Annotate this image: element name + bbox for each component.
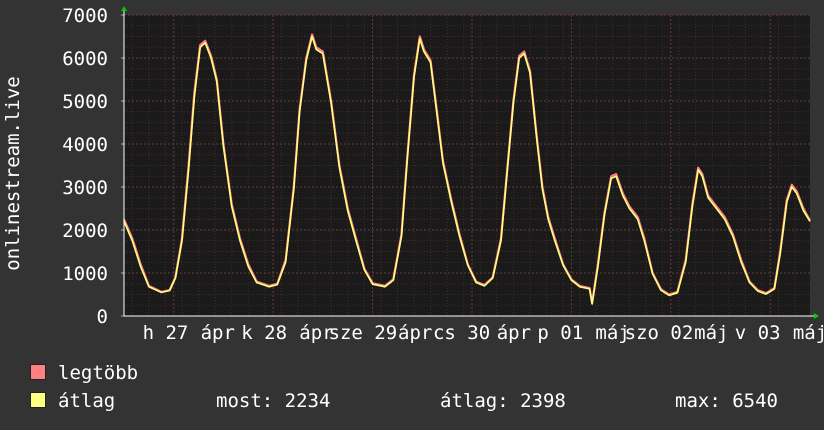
y-tick-label: 6000 — [62, 48, 108, 70]
x-tick-label: h 27 — [143, 322, 189, 344]
x-tick-label: cs 30 — [433, 322, 490, 344]
y-tick-label: 1000 — [62, 263, 108, 285]
x-axis-arrow — [814, 313, 819, 319]
y-axis-ticks: 0 1000 2000 3000 4000 5000 6000 7000 — [62, 5, 124, 328]
stat-average: átlag: 2398 — [440, 390, 566, 412]
x-tick-label: v 03 — [735, 322, 781, 344]
y-tick-label: 7000 — [62, 5, 108, 27]
stat-current-label: most: — [216, 390, 274, 412]
legend-item-avg: átlag most: 2234 átlag: 2398 max: 6540 — [30, 390, 778, 412]
x-tick-label: ápr — [497, 322, 531, 344]
x-tick-label: szo 02 — [625, 322, 694, 344]
stat-average-value: 2398 — [520, 390, 566, 412]
x-tick-label: ápr — [398, 322, 432, 344]
x-tick-label: ápr — [201, 322, 235, 344]
x-axis-ticks: h 27 ápr k 28 áprsze 29 ápr cs 30 ápr p 01 májsz… — [143, 322, 824, 344]
legend-swatch-max — [30, 364, 46, 380]
legend-swatch-avg — [30, 392, 46, 408]
y-axis-label: onlinestream.live — [2, 76, 24, 270]
stat-max-label: max: — [675, 390, 721, 412]
stat-max: max: 6540 — [675, 390, 778, 412]
y-tick-label: 0 — [97, 306, 108, 328]
x-tick-label: k 28 — [241, 322, 287, 344]
legend-label-max: legtöbb — [58, 362, 139, 384]
legend-label-avg: átlag — [58, 390, 116, 412]
x-tick-label: sze 29 — [329, 322, 398, 344]
y-tick-label: 3000 — [62, 177, 108, 199]
stat-current-value: 2234 — [284, 390, 331, 412]
x-tick-label: máj — [694, 322, 728, 344]
y-axis-arrow — [121, 6, 127, 11]
y-tick-label: 4000 — [62, 134, 108, 156]
stat-current: most: 2234 — [216, 390, 330, 412]
stat-max-value: 6540 — [732, 390, 778, 412]
y-tick-label: 5000 — [62, 91, 108, 113]
legend-item-max: legtöbb — [30, 362, 138, 384]
y-tick-label: 2000 — [62, 220, 108, 242]
stat-average-label: átlag: — [440, 390, 509, 412]
x-tick-label: máj — [793, 322, 824, 344]
x-tick-label: p 01 — [537, 322, 583, 344]
